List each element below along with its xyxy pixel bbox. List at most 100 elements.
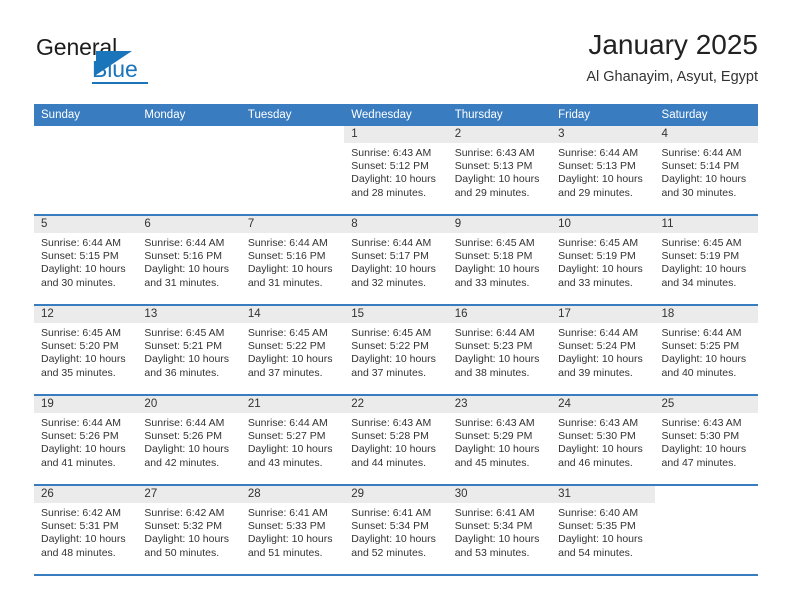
sunrise-text: Sunrise: 6:45 AM [454,237,535,249]
day-number-band: 31 [551,486,655,503]
sunrise-text: Sunrise: 6:45 AM [558,237,639,249]
day-number-band: 6 [137,216,241,233]
calendar-day-cell[interactable]: 16 Sunrise: 6:44 AM Sunset: 5:23 PM Dayligh… [447,306,552,394]
calendar-day-cell[interactable]: 14 Sunrise: 6:45 AM Sunset: 5:22 PM Dayligh… [240,306,345,394]
day-details: Sunrise: 6:45 AM Sunset: 5:22 PM Daylight:… [241,323,344,380]
calendar-day-cell[interactable]: 13 Sunrise: 6:45 AM Sunset: 5:21 PM Dayligh… [137,306,241,394]
day-details: Sunrise: 6:44 AM Sunset: 5:25 PM Daylight:… [655,323,758,380]
brand-logo[interactable]: General Blue [34,34,264,90]
day-number-band: 30 [447,486,552,503]
day-number-band: 1 [344,126,448,143]
daylight-text: Daylight: 10 hours and 28 minutes. [351,173,436,199]
day-number: 25 [661,398,675,410]
sunset-text: Sunset: 5:28 PM [351,430,429,443]
sunrise-text: Sunrise: 6:44 AM [247,417,328,429]
sunset-text: Sunset: 5:19 PM [661,250,740,263]
calendar-day-cell[interactable]: 18 Sunrise: 6:44 AM Sunset: 5:25 PM Dayligh… [654,306,758,394]
calendar-day-cell[interactable]: 5 Sunrise: 6:44 AM Sunset: 5:15 PM Daylight… [34,216,138,304]
day-number-band: 2 [447,126,552,143]
daylight-text: Daylight: 10 hours and 48 minutes. [41,533,126,559]
day-number: 5 [41,218,48,230]
calendar-day-cell[interactable]: 19 Sunrise: 6:44 AM Sunset: 5:26 PM Dayligh… [34,396,138,484]
sunrise-text: Sunrise: 6:44 AM [661,147,742,159]
day-number-band: 10 [551,216,655,233]
day-number-band: 25 [654,396,758,413]
sunrise-text: Sunrise: 6:44 AM [247,237,328,249]
sunset-text: Sunset: 5:16 PM [144,250,223,263]
daylight-text: Daylight: 10 hours and 30 minutes. [41,263,126,289]
calendar-day-cell[interactable]: 6 Sunrise: 6:44 AM Sunset: 5:16 PM Daylight… [137,216,241,304]
day-number-band: 14 [240,306,345,323]
day-number: 20 [144,398,158,410]
calendar-day-cell[interactable]: 29 Sunrise: 6:41 AM Sunset: 5:34 PM Dayligh… [344,486,448,574]
calendar-day-cell[interactable]: 26 Sunrise: 6:42 AM Sunset: 5:31 PM Dayligh… [34,486,138,574]
day-number: 6 [144,218,151,230]
day-number-band: 3 [551,126,655,143]
calendar-day-cell[interactable]: 11 Sunrise: 6:45 AM Sunset: 5:19 PM Dayligh… [654,216,758,304]
day-number: 3 [558,128,565,140]
day-details: Sunrise: 6:45 AM Sunset: 5:21 PM Daylight:… [137,323,240,380]
day-number: 22 [351,398,365,410]
calendar-day-cell[interactable]: 28 Sunrise: 6:41 AM Sunset: 5:33 PM Dayligh… [240,486,345,574]
daylight-text: Daylight: 10 hours and 29 minutes. [558,173,643,199]
day-details: Sunrise: 6:43 AM Sunset: 5:29 PM Daylight:… [448,413,551,470]
sunset-text: Sunset: 5:25 PM [661,340,740,353]
day-number-band: 13 [137,306,241,323]
sunrise-text: Sunrise: 6:40 AM [558,507,639,519]
calendar-day-cell[interactable]: 8 Sunrise: 6:44 AM Sunset: 5:17 PM Daylight… [344,216,448,304]
calendar-day-cell[interactable]: 7 Sunrise: 6:44 AM Sunset: 5:16 PM Daylight… [240,216,345,304]
calendar-day-cell[interactable]: 25 Sunrise: 6:43 AM Sunset: 5:30 PM Dayligh… [654,396,758,484]
day-number: 30 [454,488,468,500]
day-number-band: 22 [344,396,448,413]
calendar-day-cell[interactable]: 24 Sunrise: 6:43 AM Sunset: 5:30 PM Dayligh… [551,396,655,484]
calendar-day-cell[interactable]: 3 Sunrise: 6:44 AM Sunset: 5:13 PM Daylight… [551,126,655,214]
sunset-text: Sunset: 5:32 PM [144,520,223,533]
sunset-text: Sunset: 5:15 PM [41,250,119,263]
day-details: Sunrise: 6:44 AM Sunset: 5:17 PM Daylight:… [344,233,447,290]
calendar-week-row: 19 Sunrise: 6:44 AM Sunset: 5:26 PM Dayligh… [34,396,758,486]
calendar-day-cell[interactable]: 20 Sunrise: 6:44 AM Sunset: 5:26 PM Dayligh… [137,396,241,484]
day-number: 27 [144,488,158,500]
calendar-day-cell[interactable]: 10 Sunrise: 6:45 AM Sunset: 5:19 PM Dayligh… [551,216,655,304]
day-details: Sunrise: 6:44 AM Sunset: 5:27 PM Daylight:… [241,413,344,470]
calendar-day-cell[interactable]: 12 Sunrise: 6:45 AM Sunset: 5:20 PM Dayligh… [34,306,138,394]
sunset-text: Sunset: 5:30 PM [661,430,740,443]
calendar-day-cell[interactable]: 22 Sunrise: 6:43 AM Sunset: 5:28 PM Dayligh… [344,396,448,484]
day-number-band: 19 [34,396,138,413]
weekday-header-saturday: Saturday [661,109,708,121]
calendar-day-cell[interactable]: 4 Sunrise: 6:44 AM Sunset: 5:14 PM Daylight… [654,126,758,214]
day-number-band: 24 [551,396,655,413]
calendar-day-cell-empty [654,486,758,574]
day-number-band: 18 [654,306,758,323]
day-number-band: 8 [344,216,448,233]
calendar-day-cell[interactable]: 31 Sunrise: 6:40 AM Sunset: 5:35 PM Dayligh… [551,486,655,574]
day-number: 19 [41,398,54,410]
sunset-text: Sunset: 5:34 PM [351,520,429,533]
sunset-text: Sunset: 5:34 PM [454,520,533,533]
sunrise-text: Sunrise: 6:43 AM [351,147,432,159]
day-number: 13 [144,308,158,320]
calendar-day-cell[interactable]: 1 Sunrise: 6:43 AM Sunset: 5:12 PM Daylight… [344,126,448,214]
day-number-band [34,126,137,143]
calendar-day-cell[interactable]: 21 Sunrise: 6:44 AM Sunset: 5:27 PM Dayligh… [240,396,345,484]
sunrise-text: Sunrise: 6:44 AM [661,327,742,339]
calendar-day-cell[interactable]: 27 Sunrise: 6:42 AM Sunset: 5:32 PM Dayligh… [137,486,241,574]
daylight-text: Daylight: 10 hours and 34 minutes. [661,263,747,289]
calendar-page: General Blue January 2025 Al Ghanayim, A… [0,0,792,612]
daylight-text: Daylight: 10 hours and 46 minutes. [558,443,643,469]
daylight-text: Daylight: 10 hours and 38 minutes. [454,353,540,379]
sunset-text: Sunset: 5:21 PM [144,340,223,353]
calendar-day-cell-empty [137,126,241,214]
calendar-day-cell[interactable]: 15 Sunrise: 6:45 AM Sunset: 5:22 PM Dayligh… [344,306,448,394]
daylight-text: Daylight: 10 hours and 47 minutes. [661,443,747,469]
calendar-day-cell[interactable]: 23 Sunrise: 6:43 AM Sunset: 5:29 PM Dayligh… [447,396,552,484]
calendar-day-cell[interactable]: 2 Sunrise: 6:43 AM Sunset: 5:13 PM Daylight… [447,126,552,214]
sunrise-text: Sunrise: 6:45 AM [351,327,432,339]
day-details: Sunrise: 6:44 AM Sunset: 5:23 PM Daylight:… [448,323,551,380]
day-details: Sunrise: 6:41 AM Sunset: 5:34 PM Daylight:… [448,503,551,560]
calendar-day-cell[interactable]: 30 Sunrise: 6:41 AM Sunset: 5:34 PM Dayligh… [447,486,552,574]
day-number-band: 21 [240,396,345,413]
calendar-day-cell[interactable]: 17 Sunrise: 6:44 AM Sunset: 5:24 PM Dayligh… [551,306,655,394]
calendar-day-cell[interactable]: 9 Sunrise: 6:45 AM Sunset: 5:18 PM Daylight… [447,216,552,304]
sunset-text: Sunset: 5:23 PM [454,340,533,353]
